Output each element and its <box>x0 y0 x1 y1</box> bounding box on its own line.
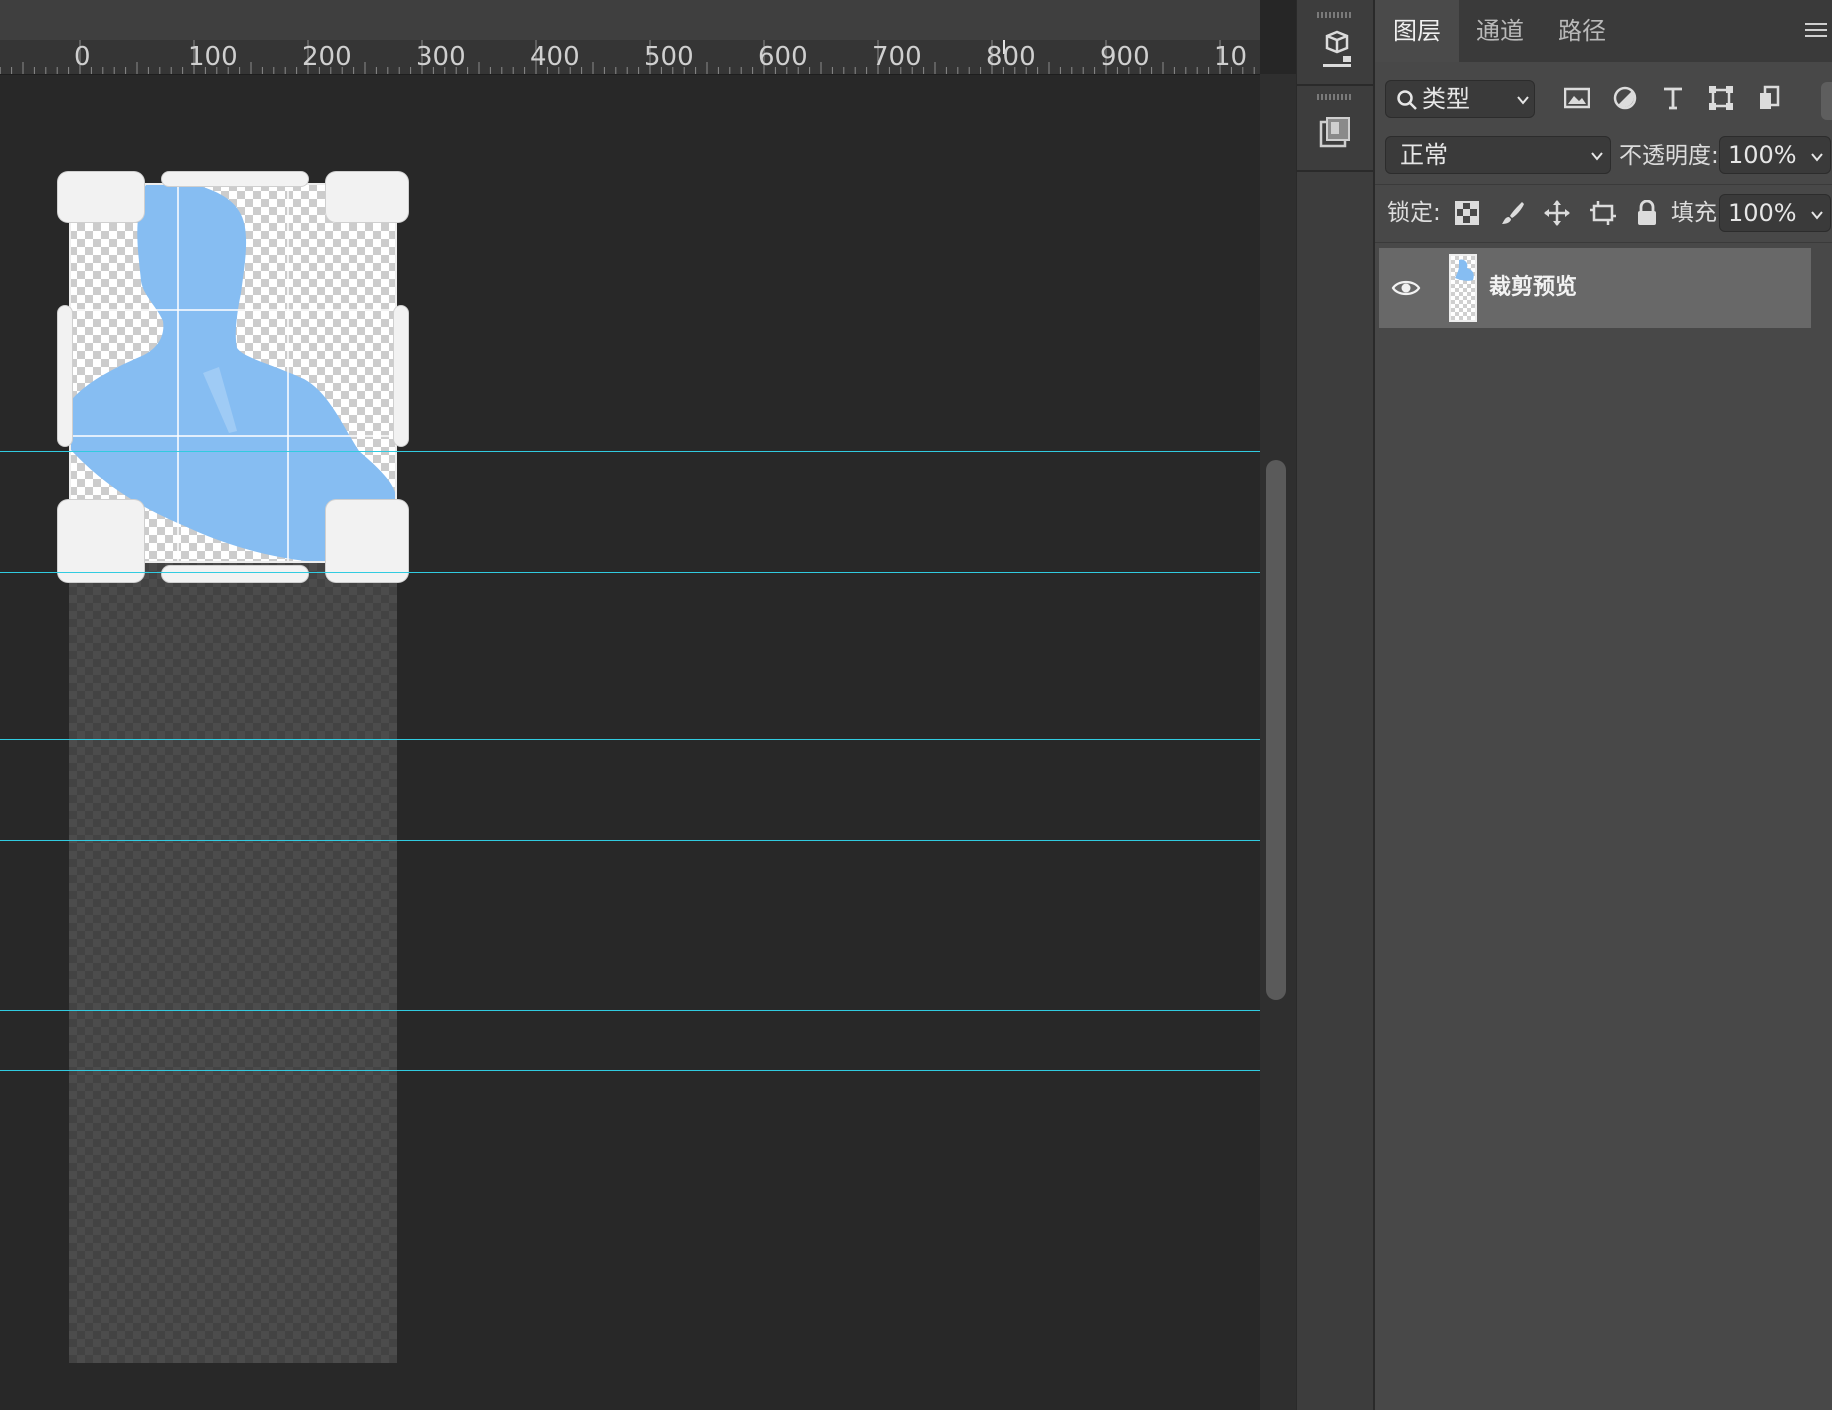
dock-grip[interactable] <box>1317 94 1353 100</box>
chevron-down-icon[interactable] <box>1810 208 1824 222</box>
layer-filter-kind-dropdown[interactable]: 类型 <box>1385 80 1535 118</box>
type-filter-icon[interactable] <box>1659 84 1687 112</box>
fill-value[interactable]: 100% <box>1728 195 1797 231</box>
guide-line[interactable] <box>0 1010 1260 1011</box>
guide-line[interactable] <box>0 840 1260 841</box>
layer-name[interactable]: 裁剪预览 <box>1489 248 1577 328</box>
blend-mode-dropdown[interactable]: 正常 <box>1385 136 1611 174</box>
eye-icon[interactable] <box>1391 275 1421 301</box>
layers-panel: 图层 通道 路径 类型 正常 不透明度: 100% 锁定: 填充: 100% 裁… <box>1374 0 1832 1410</box>
crop-handle-top-left[interactable] <box>58 172 144 222</box>
3d-cube-icon[interactable] <box>1309 24 1361 76</box>
panel-dock <box>1296 0 1374 1410</box>
opacity-value[interactable]: 100% <box>1728 137 1797 173</box>
crop-handle-bottom[interactable] <box>162 566 308 582</box>
tab-channels[interactable]: 通道 <box>1459 0 1541 62</box>
crop-handle-left[interactable] <box>58 306 72 446</box>
panel-tabbar: 图层 通道 路径 <box>1375 0 1832 62</box>
layer-row[interactable]: 裁剪预览 <box>1379 248 1811 328</box>
ruler-label: 800 <box>986 42 1036 72</box>
ruler-label: 700 <box>872 42 922 72</box>
guide-line[interactable] <box>0 739 1260 740</box>
crop-handle-bottom-right[interactable] <box>326 500 408 582</box>
lock-label: 锁定: <box>1387 200 1441 226</box>
ruler-label: 10 <box>1214 42 1248 72</box>
filter-toggle-switch[interactable] <box>1821 82 1832 120</box>
crop-outside-area <box>69 563 397 1363</box>
filter-kind-label: 类型 <box>1422 85 1470 113</box>
panel-menu-icon[interactable] <box>1805 22 1827 38</box>
crop-handle-top[interactable] <box>162 172 308 186</box>
chevron-down-icon <box>1591 152 1603 161</box>
blend-mode-value: 正常 <box>1400 141 1448 169</box>
dock-grip[interactable] <box>1317 12 1353 18</box>
lock-transparent-pixels-icon[interactable] <box>1453 199 1481 227</box>
opacity-field[interactable]: 100% <box>1719 136 1831 174</box>
smart-object-filter-icon[interactable] <box>1755 84 1783 112</box>
tab-layers[interactable]: 图层 <box>1375 0 1459 62</box>
horizontal-ruler[interactable]: 0 100 200 300 400 500 600 700 800 900 10 <box>0 40 1260 75</box>
image-filter-icon[interactable] <box>1563 84 1591 112</box>
scrollbar-thumb[interactable] <box>1266 460 1286 1000</box>
ruler-label: 100 <box>188 42 238 72</box>
shape-filter-icon[interactable] <box>1707 84 1735 112</box>
fill-field[interactable]: 100% <box>1719 194 1831 232</box>
properties-panel-icon[interactable] <box>1309 106 1361 158</box>
guide-line[interactable] <box>0 572 1260 573</box>
ruler-label: 400 <box>530 42 580 72</box>
crop-handle-bottom-left[interactable] <box>58 500 144 582</box>
dock-separator <box>1297 170 1373 172</box>
chevron-down-icon <box>1517 96 1529 105</box>
crop-handle-right[interactable] <box>394 306 408 446</box>
ruler-label: 0 <box>74 42 91 72</box>
options-bar-strip <box>0 0 1260 40</box>
fill-label: 填充: <box>1671 200 1725 226</box>
ruler-label: 600 <box>758 42 808 72</box>
ruler-label: 900 <box>1100 42 1150 72</box>
tab-paths[interactable]: 路径 <box>1541 0 1623 62</box>
chevron-down-icon[interactable] <box>1810 150 1824 164</box>
ruler-label: 300 <box>416 42 466 72</box>
adjustment-filter-icon[interactable] <box>1611 84 1639 112</box>
dock-separator <box>1297 84 1373 86</box>
ruler-label: 200 <box>302 42 352 72</box>
guide-line[interactable] <box>0 1070 1260 1071</box>
canvas-area[interactable]: 0 100 200 300 400 500 600 700 800 900 10 <box>0 0 1260 1410</box>
layer-thumbnail[interactable] <box>1449 254 1477 322</box>
lock-artboard-icon[interactable] <box>1589 199 1617 227</box>
lock-image-pixels-icon[interactable] <box>1499 199 1527 227</box>
search-icon <box>1397 90 1417 110</box>
crop-handle-top-right[interactable] <box>326 172 408 222</box>
lock-all-icon[interactable] <box>1633 199 1661 227</box>
divider <box>1375 242 1832 243</box>
ruler-label: 500 <box>644 42 694 72</box>
guide-line[interactable] <box>0 451 1260 452</box>
lock-position-icon[interactable] <box>1543 199 1571 227</box>
divider <box>1375 184 1832 185</box>
opacity-label: 不透明度: <box>1619 143 1719 169</box>
